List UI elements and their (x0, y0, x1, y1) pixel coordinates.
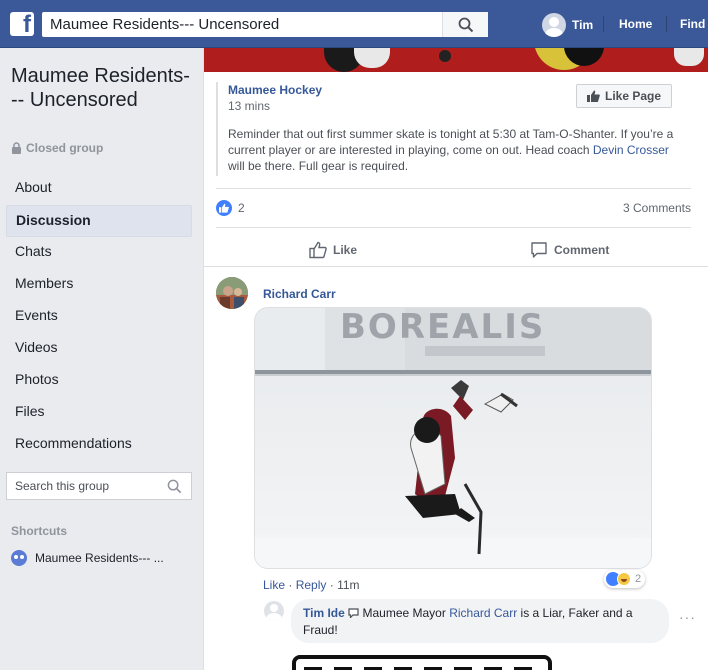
top-navbar: f Tim Home Find (0, 0, 708, 48)
divider (216, 188, 691, 189)
left-sidebar: Maumee Residents--- Uncensored Closed gr… (0, 48, 203, 670)
haha-reaction-icon (617, 572, 631, 586)
nav-item-files[interactable]: Files (6, 397, 192, 429)
comment-author-link[interactable]: Richard Carr (263, 287, 336, 301)
nav-divider (666, 16, 667, 32)
shortcuts-heading: Shortcuts (11, 524, 68, 538)
nav-item-events[interactable]: Events (6, 301, 192, 333)
shared-post-image[interactable] (204, 48, 708, 72)
thumbs-up-outline-icon (309, 241, 327, 259)
avatar (542, 12, 566, 37)
nav-item-videos[interactable]: Videos (6, 333, 192, 365)
group-feed: Maumee Hockey 13 mins Reminder that out … (203, 48, 708, 670)
group-privacy: Closed group (11, 141, 103, 155)
thumbs-up-icon (586, 90, 600, 102)
reaction-count[interactable]: 2 (238, 201, 245, 215)
post-text: Reminder that out first summer skate is … (228, 126, 678, 174)
reply-bubble: Tim Ide Maumee Mayor Richard Carr is a L… (291, 599, 669, 643)
separator-dot: · (329, 578, 334, 592)
comment-reaction-count: 2 (635, 573, 642, 585)
reply-text: Maumee Mayor (362, 606, 450, 620)
shortcut-label: Maumee Residents--- ... (35, 551, 164, 565)
nav-item-members[interactable]: Members (6, 269, 192, 301)
profile-name: Tim (572, 17, 594, 32)
nav-divider (603, 16, 604, 32)
comment-like-link[interactable]: Like (263, 578, 285, 592)
chat-bubble-icon (348, 608, 359, 619)
facebook-logo-icon[interactable]: f (10, 12, 34, 37)
shortcut-item[interactable]: Maumee Residents--- ... (11, 550, 164, 566)
mention-link[interactable]: Devin Crosser (593, 143, 669, 157)
like-button[interactable]: Like (309, 240, 357, 260)
search-icon[interactable] (167, 479, 182, 494)
like-page-button[interactable]: Like Page (576, 84, 672, 108)
find-friends-link[interactable]: Find (680, 17, 705, 31)
nav-item-recommendations[interactable]: Recommendations (6, 429, 192, 461)
global-search-input[interactable] (42, 12, 442, 37)
like-label: Like (333, 243, 358, 257)
avatar[interactable] (216, 277, 248, 309)
search-button[interactable] (442, 12, 488, 37)
group-icon (11, 550, 27, 566)
comments-count[interactable]: 3 Comments (623, 201, 691, 215)
group-search-input[interactable] (7, 473, 157, 499)
mention-link[interactable]: Richard Carr (449, 606, 517, 620)
reaction-summary[interactable]: 2 3 Comments (216, 198, 691, 218)
comment-timestamp[interactable]: 11m (337, 578, 359, 592)
separator-dot: · (288, 578, 293, 592)
nav-item-chats[interactable]: Chats (6, 237, 192, 269)
more-options-icon[interactable]: ··· (679, 609, 696, 625)
comment-thread: Richard Carr BOREALIS Like · Reply · 11m… (204, 266, 708, 670)
comment-icon (531, 242, 547, 258)
divider (216, 227, 691, 228)
nav-item-about[interactable]: About (6, 173, 192, 205)
lock-icon (12, 142, 21, 154)
group-search[interactable] (6, 472, 192, 500)
profile-link[interactable]: Tim (542, 12, 593, 37)
comment-actions: Like · Reply · 11m (263, 578, 360, 592)
group-name[interactable]: Maumee Residents--- Uncensored (11, 64, 191, 112)
next-comment-image[interactable] (292, 655, 552, 670)
gif-banner-text: BOREALIS (340, 308, 545, 347)
comment-reply-link[interactable]: Reply (296, 578, 327, 592)
global-search[interactable] (42, 12, 488, 37)
comment-reactions[interactable]: 2 (604, 570, 646, 588)
comment-gif[interactable]: BOREALIS (254, 307, 652, 569)
comment-button[interactable]: Comment (530, 240, 609, 260)
group-nav: About Discussion Chats Members Events Vi… (6, 173, 192, 461)
privacy-label: Closed group (26, 141, 104, 155)
comment-label: Comment (554, 243, 610, 257)
avatar[interactable] (264, 601, 284, 621)
nav-item-photos[interactable]: Photos (6, 365, 192, 397)
like-reaction-icon (216, 200, 232, 216)
nav-item-discussion[interactable]: Discussion (6, 205, 192, 237)
search-icon (458, 17, 474, 33)
post-text-part: will be there. Full gear is required. (228, 159, 409, 173)
home-link[interactable]: Home (619, 17, 652, 31)
like-page-label: Like Page (604, 89, 662, 103)
reply-author-link[interactable]: Tim Ide (303, 606, 345, 620)
